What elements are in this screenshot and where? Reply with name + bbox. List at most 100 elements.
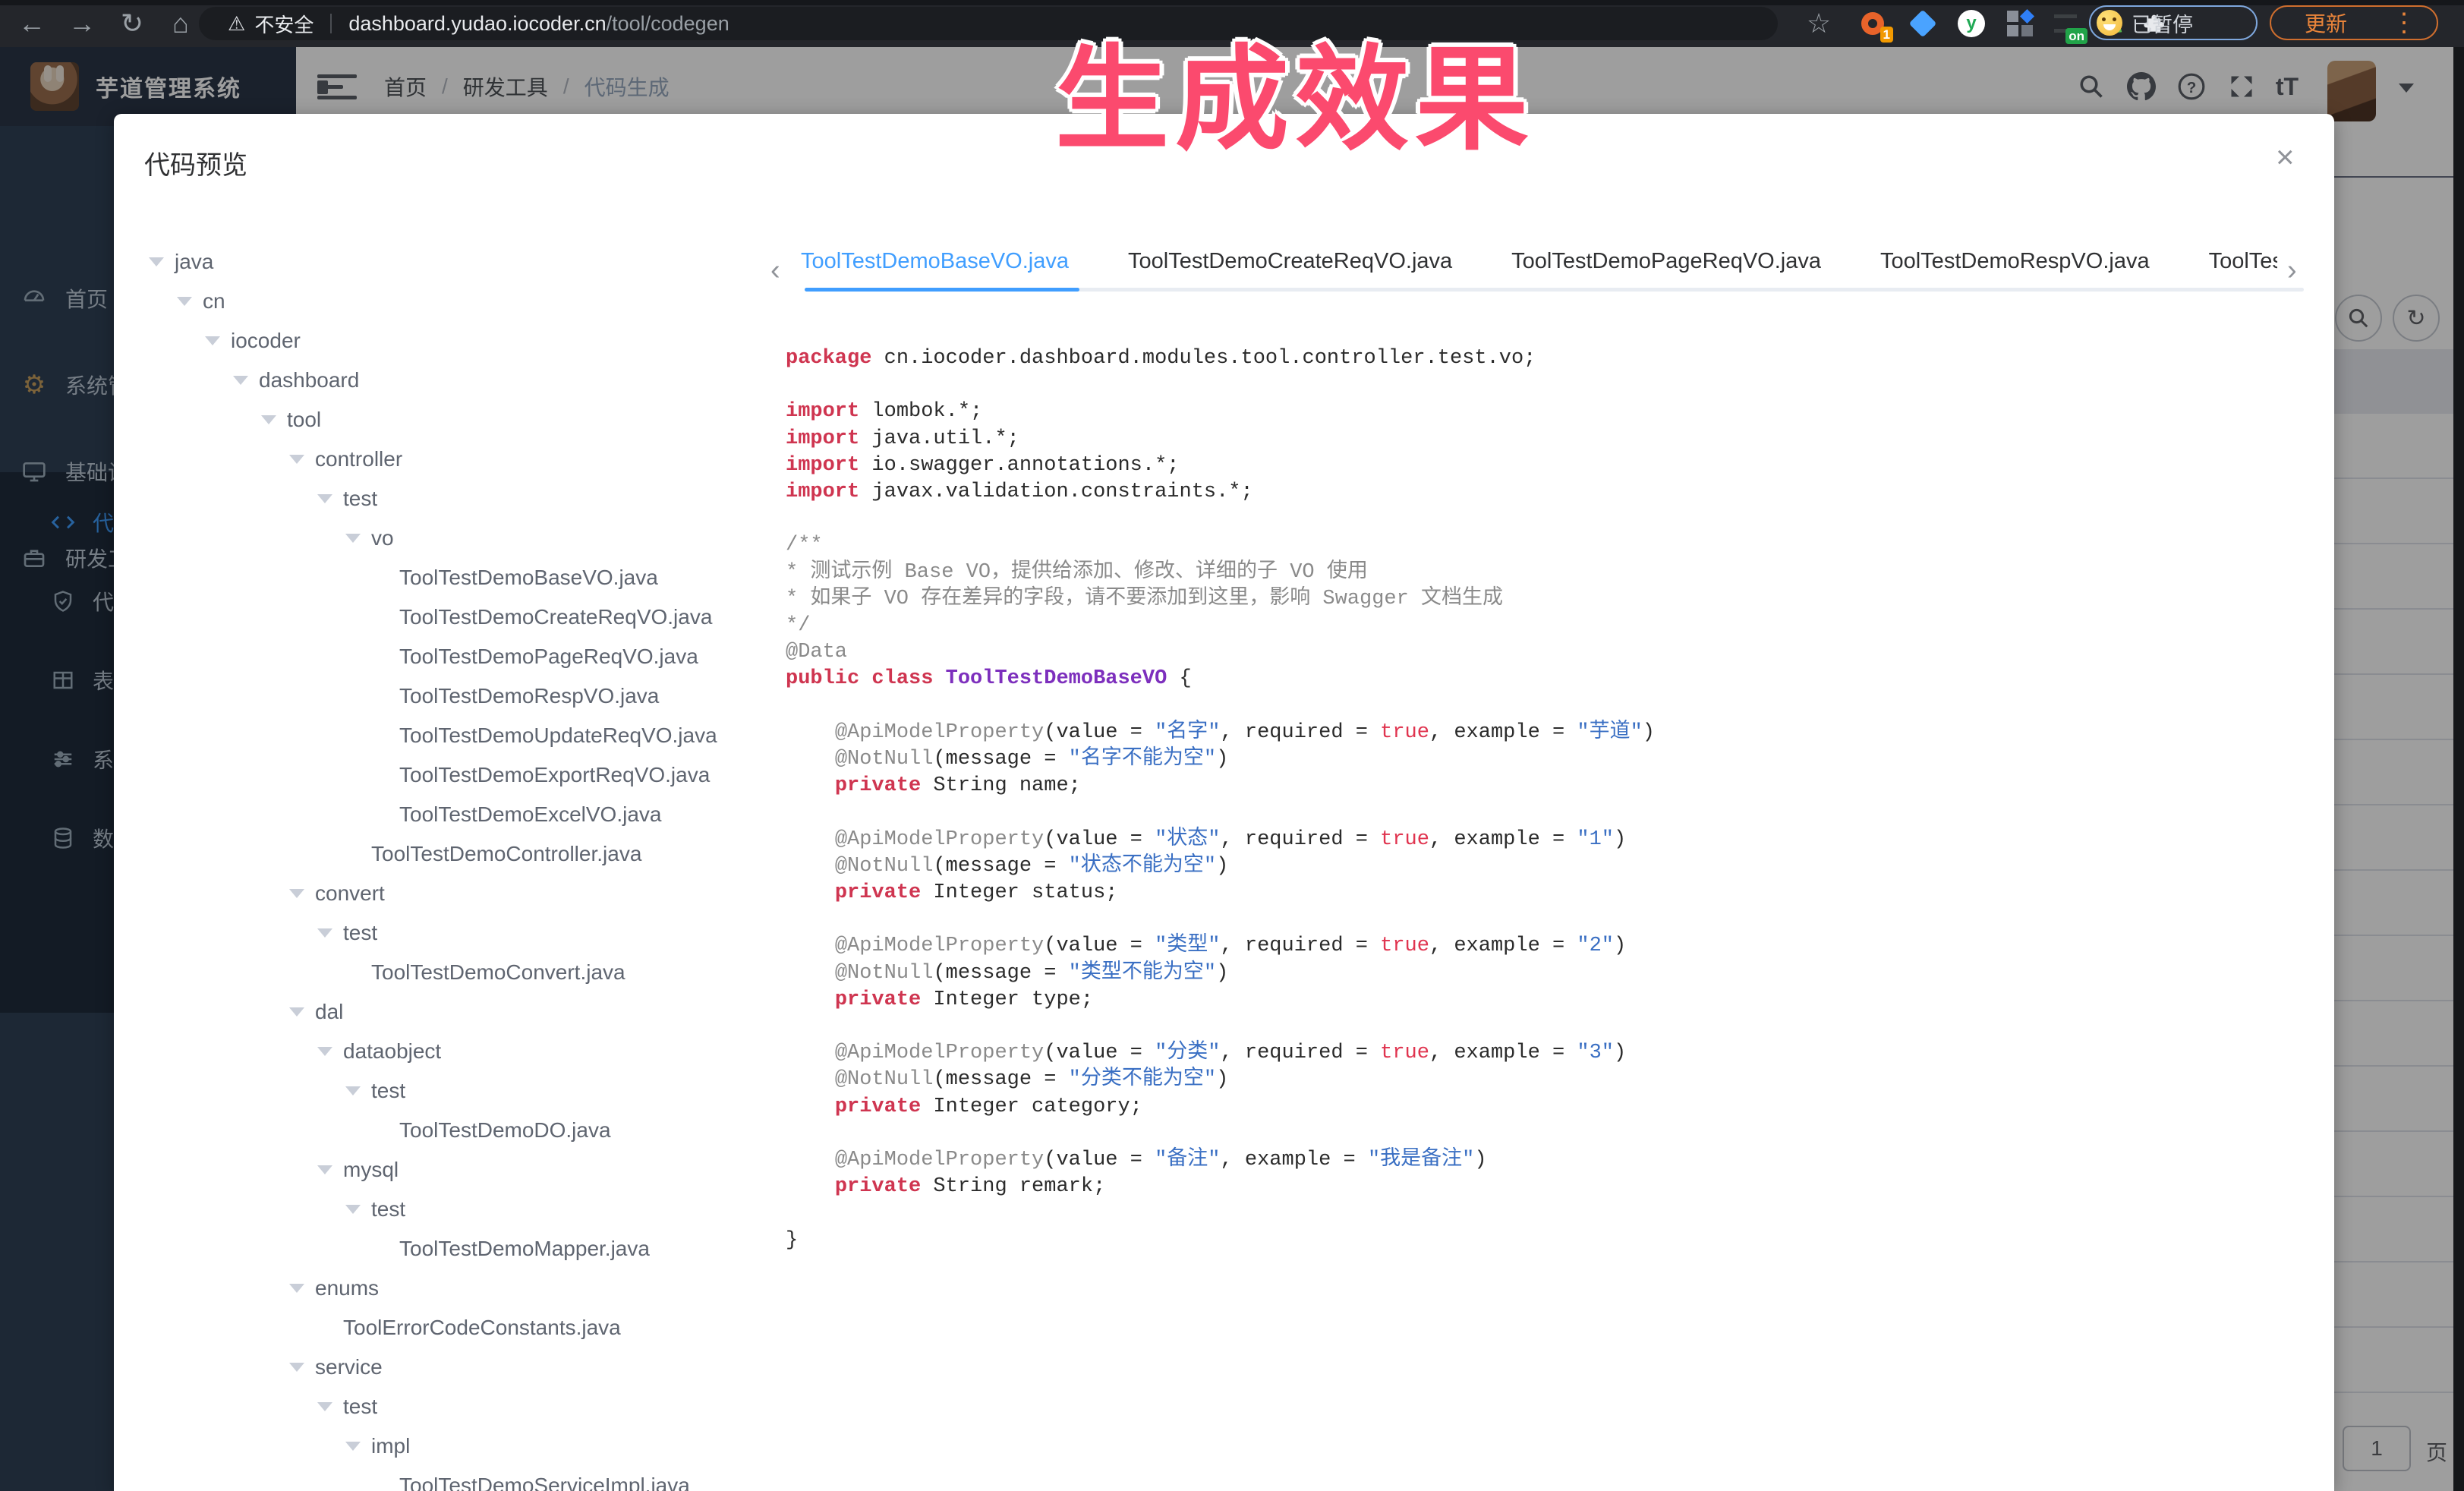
tree-caret-icon[interactable] bbox=[177, 297, 192, 306]
tree-label: test bbox=[371, 1079, 405, 1103]
tree-caret-icon[interactable] bbox=[345, 1086, 361, 1095]
tree-caret-icon[interactable] bbox=[233, 376, 248, 385]
code-line: @NotNull(message = "分类不能为空") bbox=[786, 1067, 2304, 1093]
tree-caret-icon[interactable] bbox=[317, 1047, 332, 1056]
tree-caret-icon[interactable] bbox=[289, 1284, 304, 1293]
file-tab[interactable]: ToolTestDemoRespVO.java bbox=[1880, 249, 2150, 274]
tree-label: ToolErrorCodeConstants.java bbox=[343, 1316, 621, 1340]
tree-caret-icon[interactable] bbox=[345, 534, 361, 543]
tree-folder[interactable]: test bbox=[114, 1071, 767, 1111]
extension-icon-switch[interactable]: on bbox=[2050, 8, 2081, 39]
tree-label: ToolTestDemoUpdateReqVO.java bbox=[399, 723, 717, 748]
tree-file[interactable]: ToolTestDemoServiceImpl.java bbox=[114, 1466, 767, 1491]
code-line: @NotNull(message = "状态不能为空") bbox=[786, 853, 2304, 880]
tree-file[interactable]: ToolTestDemoUpdateReqVO.java bbox=[114, 716, 767, 755]
browser-update-button[interactable]: 更新 ⋮ bbox=[2270, 5, 2438, 40]
tree-caret-icon[interactable] bbox=[317, 1165, 332, 1174]
tabs-next-icon[interactable]: › bbox=[2287, 254, 2297, 287]
tree-folder[interactable]: cn bbox=[114, 282, 767, 321]
tree-folder[interactable]: enums bbox=[114, 1269, 767, 1308]
tree-label: dashboard bbox=[259, 368, 359, 392]
code-line: /** bbox=[786, 532, 2304, 559]
tree-label: ToolTestDemoRespVO.java bbox=[399, 684, 659, 708]
tree-folder[interactable]: tool bbox=[114, 400, 767, 440]
tree-caret-icon[interactable] bbox=[205, 336, 220, 345]
bookmark-star-icon[interactable]: ☆ bbox=[1798, 0, 1840, 47]
tree-file[interactable]: ToolTestDemoCreateReqVO.java bbox=[114, 597, 767, 637]
code-preview-modal: 代码预览 × javacniocoderdashboardtoolcontrol… bbox=[114, 114, 2334, 1491]
tree-label: ToolTestDemoConvert.java bbox=[371, 960, 625, 985]
browser-home-icon[interactable]: ⌂ bbox=[159, 0, 202, 47]
tree-folder[interactable]: test bbox=[114, 913, 767, 953]
tree-file[interactable]: ToolTestDemoMapper.java bbox=[114, 1229, 767, 1269]
browser-back-icon[interactable]: ← bbox=[11, 0, 53, 47]
code-viewer[interactable]: package cn.iocoder.dashboard.modules.too… bbox=[786, 345, 2304, 1469]
browser-refresh-icon[interactable]: ↻ bbox=[111, 0, 153, 47]
tree-file[interactable]: ToolTestDemoExportReqVO.java bbox=[114, 755, 767, 795]
page-scrollbar[interactable] bbox=[2453, 47, 2464, 1491]
tree-caret-icon[interactable] bbox=[289, 1007, 304, 1017]
address-bar[interactable]: ⚠ 不安全 dashboard.yudao.iocoder.cn/tool/co… bbox=[199, 7, 1778, 40]
tree-label: vo bbox=[371, 526, 394, 550]
code-line bbox=[786, 1013, 2304, 1040]
tree-file[interactable]: ToolTestDemoController.java bbox=[114, 834, 767, 874]
tree-caret-icon[interactable] bbox=[261, 415, 276, 424]
extension-icon-grid[interactable] bbox=[2004, 8, 2036, 39]
browser-menu-dots-icon[interactable]: ⋮ bbox=[2391, 8, 2418, 38]
tree-caret-icon[interactable] bbox=[345, 1442, 361, 1451]
tree-caret-icon[interactable] bbox=[317, 928, 332, 938]
tree-label: ToolTestDemoController.java bbox=[371, 842, 641, 866]
tree-file[interactable]: ToolTestDemoPageReqVO.java bbox=[114, 637, 767, 676]
tree-file[interactable]: ToolTestDemoRespVO.java bbox=[114, 676, 767, 716]
file-tab[interactable]: ToolTestDemoBaseVO.java bbox=[801, 249, 1069, 274]
tree-caret-icon[interactable] bbox=[317, 1402, 332, 1411]
tree-folder[interactable]: controller bbox=[114, 440, 767, 479]
tree-label: test bbox=[343, 921, 377, 945]
tree-folder[interactable]: dal bbox=[114, 992, 767, 1032]
close-icon[interactable]: × bbox=[2276, 141, 2295, 173]
tree-label: impl bbox=[371, 1434, 410, 1458]
extension-icon-vue[interactable]: y bbox=[1955, 8, 1987, 39]
tree-label: mysql bbox=[343, 1158, 399, 1182]
code-line: import javax.validation.constraints.*; bbox=[786, 479, 2304, 506]
tree-label: test bbox=[343, 487, 377, 511]
file-tab[interactable]: ToolTestDemoPageReqVO.java bbox=[1511, 249, 1821, 274]
tree-caret-icon[interactable] bbox=[289, 1363, 304, 1372]
tree-folder[interactable]: test bbox=[114, 479, 767, 519]
tree-folder[interactable]: test bbox=[114, 1190, 767, 1229]
tree-file[interactable]: ToolTestDemoExcelVO.java bbox=[114, 795, 767, 834]
extension-icon-gem[interactable] bbox=[1907, 8, 1939, 39]
file-tab[interactable]: ToolTestDemoCreateReqVO.java bbox=[1128, 249, 1452, 274]
tree-folder[interactable]: impl bbox=[114, 1426, 767, 1466]
omnibox-divider bbox=[330, 14, 332, 33]
tree-file[interactable]: ToolTestDemoDO.java bbox=[114, 1111, 767, 1150]
security-label[interactable]: 不安全 bbox=[254, 10, 314, 38]
tree-folder[interactable]: mysql bbox=[114, 1150, 767, 1190]
tree-caret-icon[interactable] bbox=[345, 1205, 361, 1214]
tabs-prev-icon[interactable]: ‹ bbox=[770, 254, 780, 287]
paused-extension-chip[interactable]: 已暂停 bbox=[2089, 5, 2258, 40]
tree-caret-icon[interactable] bbox=[289, 889, 304, 898]
tree-caret-icon[interactable] bbox=[149, 257, 164, 266]
tree-folder[interactable]: convert bbox=[114, 874, 767, 913]
tree-file[interactable]: ToolTestDemoConvert.java bbox=[114, 953, 767, 992]
tree-file[interactable]: ToolTestDemoBaseVO.java bbox=[114, 558, 767, 597]
url-host: dashboard.yudao.iocoder.cn bbox=[348, 12, 606, 36]
tree-folder[interactable]: service bbox=[114, 1348, 767, 1387]
tree-folder[interactable]: java bbox=[114, 242, 767, 282]
tree-folder[interactable]: test bbox=[114, 1387, 767, 1426]
extension-icon-orange[interactable]: 1 bbox=[1857, 8, 1889, 39]
tree-folder[interactable]: iocoder bbox=[114, 321, 767, 361]
tree-folder[interactable]: dashboard bbox=[114, 361, 767, 400]
code-line bbox=[786, 1121, 2304, 1147]
tree-folder[interactable]: dataobject bbox=[114, 1032, 767, 1071]
tree-caret-icon[interactable] bbox=[317, 494, 332, 503]
file-tab[interactable]: ToolTestDemoUpdateReqVO.java bbox=[2209, 249, 2277, 274]
code-line: @NotNull(message = "类型不能为空") bbox=[786, 960, 2304, 987]
code-line: @ApiModelProperty(value = "分类", required… bbox=[786, 1040, 2304, 1067]
tree-file[interactable]: ToolErrorCodeConstants.java bbox=[114, 1308, 767, 1348]
browser-forward-icon[interactable]: → bbox=[61, 0, 103, 47]
tree-label: test bbox=[371, 1197, 405, 1221]
tree-caret-icon[interactable] bbox=[289, 455, 304, 464]
tree-folder[interactable]: vo bbox=[114, 519, 767, 558]
